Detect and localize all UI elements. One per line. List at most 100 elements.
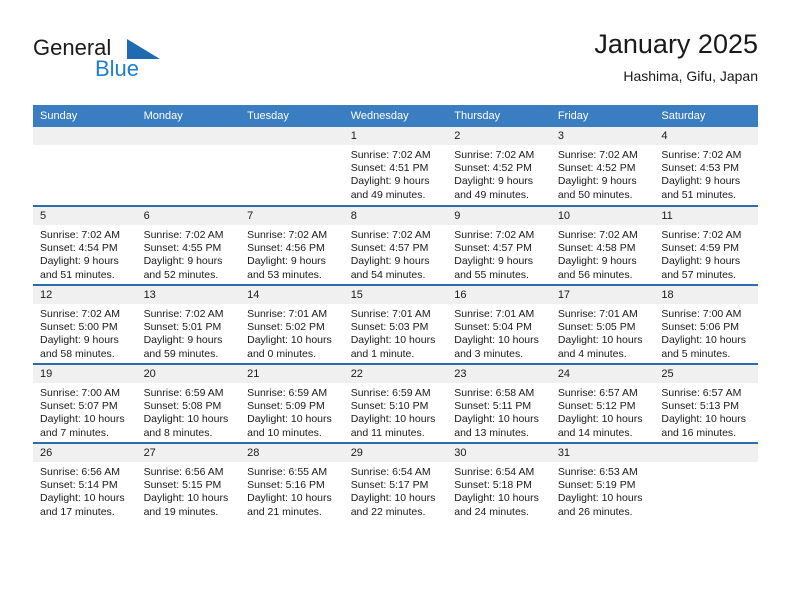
calendar-week-row: 26 Sunrise: 6:56 AM Sunset: 5:14 PM Dayligh… [33,443,758,522]
daylight-text-line1: Daylight: 9 hours [350,175,430,188]
calendar-day-cell[interactable]: 4 Sunrise: 7:02 AM Sunset: 4:53 PM Daylight… [654,127,758,207]
calendar-day-cell[interactable]: 17 Sunrise: 7:01 AM Sunset: 5:05 PM Dayligh… [550,285,655,365]
daylight-text-line1: Daylight: 10 hours [661,334,747,347]
calendar-week-row: 19 Sunrise: 7:00 AM Sunset: 5:07 PM Dayligh… [33,364,758,444]
day-sun-info: Sunrise: 6:56 AM Sunset: 5:14 PM Daylight:… [33,462,137,519]
day-sun-info: Sunrise: 7:02 AM Sunset: 4:52 PM Daylight:… [447,145,551,202]
daylight-text-line2: and 24 minutes. [454,505,529,518]
sunset-text: Sunset: 5:05 PM [557,321,636,334]
day-number: 28 [240,444,344,462]
daylight-text-line2: and 52 minutes. [143,268,219,281]
daylight-text-line1: Daylight: 10 hours [454,413,539,426]
daylight-text-line1: Daylight: 10 hours [454,492,539,505]
general-blue-logo[interactable]: General Blue [33,36,263,88]
daylight-text-line1: Daylight: 10 hours [143,413,229,426]
day-cell-inner: 24 Sunrise: 6:57 AM Sunset: 5:12 PM Dayligh… [550,365,655,442]
sunset-text: Sunset: 5:12 PM [557,400,636,413]
day-number: 25 [654,365,758,383]
day-cell-inner [33,127,137,205]
calendar-day-cell[interactable]: 19 Sunrise: 7:00 AM Sunset: 5:07 PM Dayligh… [33,364,137,444]
sunset-text: Sunset: 5:10 PM [350,400,429,413]
day-cell-inner: 19 Sunrise: 7:00 AM Sunset: 5:07 PM Dayligh… [33,365,137,442]
daylight-text-line2: and 56 minutes. [557,268,633,281]
day-sun-info: Sunrise: 7:02 AM Sunset: 4:52 PM Daylight:… [551,145,655,202]
calendar-day-cell[interactable]: 24 Sunrise: 6:57 AM Sunset: 5:12 PM Dayligh… [550,364,655,444]
day-number: 30 [447,444,551,462]
calendar-day-cell[interactable]: 25 Sunrise: 6:57 AM Sunset: 5:13 PM Dayligh… [654,364,758,444]
day-cell-inner: 20 Sunrise: 6:59 AM Sunset: 5:08 PM Dayligh… [136,365,241,442]
daylight-text-line1: Daylight: 10 hours [557,413,643,426]
calendar-day-cell[interactable]: 11 Sunrise: 7:02 AM Sunset: 4:59 PM Dayligh… [654,206,758,286]
weekday-header-thursday: Thursday [447,105,551,127]
calendar-day-cell[interactable]: 13 Sunrise: 7:02 AM Sunset: 5:01 PM Dayligh… [136,285,241,365]
daylight-text-line1: Daylight: 9 hours [661,175,741,188]
sunset-text: Sunset: 5:03 PM [350,321,429,334]
day-number: 11 [654,207,758,225]
daylight-text-line2: and 58 minutes. [40,347,115,360]
calendar-day-cell[interactable]: 18 Sunrise: 7:00 AM Sunset: 5:06 PM Dayligh… [654,285,758,365]
day-cell-inner: 4 Sunrise: 7:02 AM Sunset: 4:53 PM Daylight… [654,127,758,205]
sunset-text: Sunset: 4:56 PM [247,242,325,255]
daylight-text-line2: and 26 minutes. [557,505,633,518]
calendar-day-cell[interactable]: 9 Sunrise: 7:02 AM Sunset: 4:57 PM Daylight… [447,206,551,286]
day-number [654,444,758,462]
day-cell-inner: 28 Sunrise: 6:55 AM Sunset: 5:16 PM Dayligh… [240,444,344,522]
calendar-day-cell[interactable]: 28 Sunrise: 6:55 AM Sunset: 5:16 PM Dayligh… [240,443,344,522]
calendar-day-cell[interactable]: 7 Sunrise: 7:02 AM Sunset: 4:56 PM Daylight… [240,206,344,286]
calendar-day-cell[interactable]: 14 Sunrise: 7:01 AM Sunset: 5:02 PM Dayligh… [240,285,344,365]
day-cell-inner: 3 Sunrise: 7:02 AM Sunset: 4:52 PM Daylight… [550,127,655,205]
calendar-day-cell[interactable]: 6 Sunrise: 7:02 AM Sunset: 4:55 PM Daylight… [136,206,241,286]
title-block: January 2025 Hashima, Gifu, Japan [594,28,758,86]
daylight-text-line1: Daylight: 10 hours [350,413,436,426]
sunset-text: Sunset: 5:15 PM [143,479,222,492]
day-sun-info: Sunrise: 7:02 AM Sunset: 4:53 PM Daylight:… [654,145,758,202]
calendar-day-cell[interactable]: 3 Sunrise: 7:02 AM Sunset: 4:52 PM Daylight… [550,127,655,207]
sunrise-text: Sunrise: 7:02 AM [350,149,431,161]
calendar-day-cell[interactable]: 30 Sunrise: 6:54 AM Sunset: 5:18 PM Dayligh… [447,443,551,522]
day-sun-info: Sunrise: 6:56 AM Sunset: 5:15 PM Daylight:… [137,462,241,519]
daylight-text-line1: Daylight: 9 hours [40,255,119,268]
calendar-day-cell[interactable]: 29 Sunrise: 6:54 AM Sunset: 5:17 PM Dayligh… [343,443,448,522]
calendar-day-cell[interactable]: 5 Sunrise: 7:02 AM Sunset: 4:54 PM Daylight… [33,206,137,286]
calendar-week-row: 1 Sunrise: 7:02 AM Sunset: 4:51 PM Daylight… [33,127,758,207]
day-number: 24 [550,365,655,383]
calendar-day-cell[interactable]: 20 Sunrise: 6:59 AM Sunset: 5:08 PM Dayligh… [136,364,241,444]
weekday-header-wednesday: Wednesday [343,105,448,127]
daylight-text-line1: Daylight: 10 hours [454,334,539,347]
daylight-text-line2: and 54 minutes. [350,268,426,281]
sunset-text: Sunset: 5:06 PM [661,321,740,334]
daylight-text-line2: and 51 minutes. [661,188,737,201]
calendar-week-row: 12 Sunrise: 7:02 AM Sunset: 5:00 PM Dayligh… [33,285,758,365]
sunrise-text: Sunrise: 7:01 AM [454,308,535,320]
day-sun-info: Sunrise: 6:54 AM Sunset: 5:18 PM Daylight:… [447,462,551,519]
calendar-day-cell[interactable]: 15 Sunrise: 7:01 AM Sunset: 5:03 PM Dayligh… [343,285,448,365]
daylight-text-line1: Daylight: 10 hours [40,492,125,505]
calendar-day-cell[interactable]: 27 Sunrise: 6:56 AM Sunset: 5:15 PM Dayligh… [136,443,241,522]
sunset-text: Sunset: 4:58 PM [557,242,636,255]
sunrise-text: Sunrise: 6:54 AM [454,466,535,478]
sunset-text: Sunset: 5:01 PM [143,321,222,334]
day-number [136,127,241,145]
calendar-day-cell[interactable]: 2 Sunrise: 7:02 AM Sunset: 4:52 PM Daylight… [447,127,551,207]
day-cell-inner: 9 Sunrise: 7:02 AM Sunset: 4:57 PM Daylight… [447,207,551,284]
daylight-text-line2: and 59 minutes. [143,347,219,360]
calendar-day-cell[interactable]: 22 Sunrise: 6:59 AM Sunset: 5:10 PM Dayligh… [343,364,448,444]
day-sun-info: Sunrise: 7:02 AM Sunset: 5:00 PM Daylight:… [33,304,137,361]
calendar-day-cell[interactable]: 1 Sunrise: 7:02 AM Sunset: 4:51 PM Daylight… [343,127,448,207]
sunset-text: Sunset: 4:52 PM [454,162,532,175]
calendar-day-cell[interactable]: 21 Sunrise: 6:59 AM Sunset: 5:09 PM Dayligh… [240,364,344,444]
day-cell-inner: 17 Sunrise: 7:01 AM Sunset: 5:05 PM Dayligh… [550,286,655,363]
sunrise-text: Sunrise: 6:59 AM [350,387,431,399]
calendar-day-cell[interactable]: 16 Sunrise: 7:01 AM Sunset: 5:04 PM Dayligh… [447,285,551,365]
daylight-text-line1: Daylight: 10 hours [247,334,332,347]
daylight-text-line1: Daylight: 9 hours [40,334,119,347]
calendar-day-cell[interactable]: 31 Sunrise: 6:53 AM Sunset: 5:19 PM Dayligh… [550,443,655,522]
calendar-day-cell[interactable]: 8 Sunrise: 7:02 AM Sunset: 4:57 PM Daylight… [343,206,448,286]
daylight-text-line2: and 3 minutes. [454,347,524,360]
calendar-day-cell[interactable]: 23 Sunrise: 6:58 AM Sunset: 5:11 PM Dayligh… [447,364,551,444]
calendar-day-cell[interactable]: 26 Sunrise: 6:56 AM Sunset: 5:14 PM Dayligh… [33,443,137,522]
day-cell-inner: 25 Sunrise: 6:57 AM Sunset: 5:13 PM Dayligh… [654,365,758,442]
calendar-day-cell[interactable]: 10 Sunrise: 7:02 AM Sunset: 4:58 PM Dayligh… [550,206,655,286]
calendar-day-cell[interactable]: 12 Sunrise: 7:02 AM Sunset: 5:00 PM Dayligh… [33,285,137,365]
page-header: General Blue January 2025 Hashima, Gifu,… [33,28,758,98]
